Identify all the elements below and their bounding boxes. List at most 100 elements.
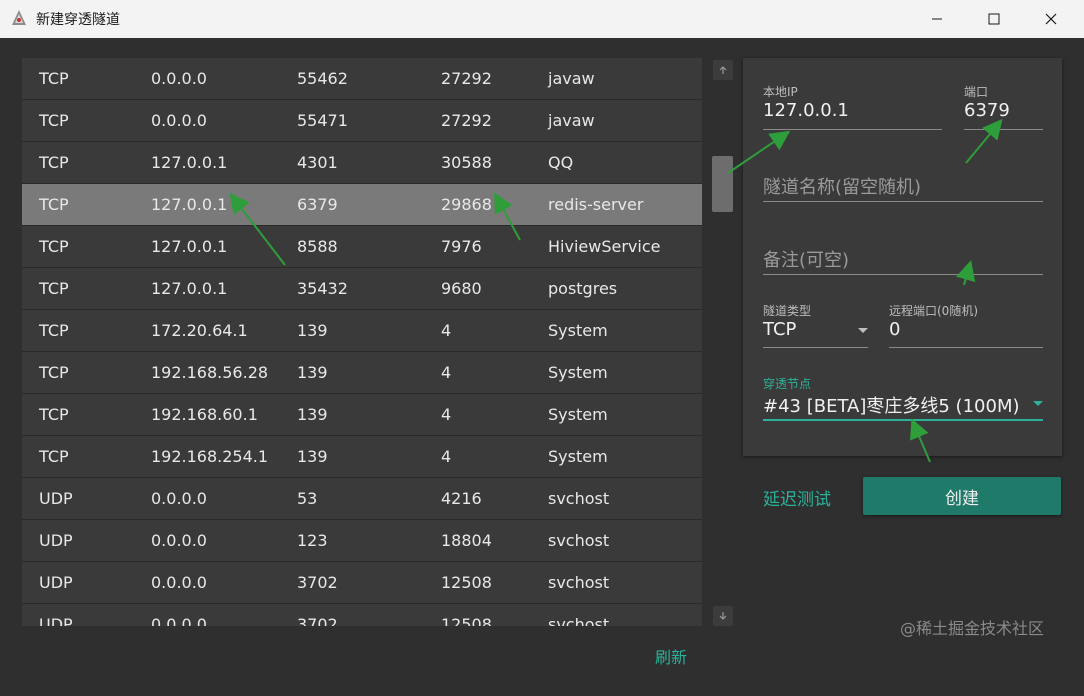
protocol-cell: UDP (39, 573, 73, 592)
scroll-down-button[interactable] (713, 606, 733, 626)
address-cell: 127.0.0.1 (151, 237, 228, 256)
tunnel-type-label: 隧道类型 (763, 304, 812, 318)
table-row[interactable]: TCP 0.0.0.0 55462 27292 javaw (22, 58, 702, 100)
table-row[interactable]: TCP 192.168.60.1 139 4 System (22, 394, 702, 436)
table-row[interactable]: UDP 0.0.0.0 3702 12508 svchost (22, 562, 702, 604)
address-cell: 0.0.0.0 (151, 69, 207, 88)
address-cell: 127.0.0.1 (151, 195, 228, 214)
port-underline (964, 129, 1043, 130)
pid-cell: 4 (441, 321, 452, 340)
table-row[interactable]: TCP 127.0.0.1 35432 9680 postgres (22, 268, 702, 310)
protocol-cell: TCP (39, 405, 69, 424)
table-row[interactable]: UDP 0.0.0.0 53 4216 svchost (22, 478, 702, 520)
latency-test-link[interactable]: 延迟测试 (763, 485, 831, 510)
tunnel-form-panel: 本地IP 127.0.0.1 端口 6379 隧道名称(留空随机) 备注(可空)… (743, 58, 1062, 456)
maximize-button[interactable] (971, 0, 1017, 38)
note-input[interactable]: 备注(可空) (763, 246, 849, 272)
watermark: @稀土掘金技术社区 (900, 619, 1045, 638)
port-cell: 55471 (297, 111, 348, 130)
address-cell: 192.168.254.1 (151, 447, 269, 466)
node-underline (763, 419, 1043, 421)
pid-cell: 4216 (441, 489, 482, 508)
pid-cell: 27292 (441, 69, 492, 88)
remote-port-label: 远程端口(0随机) (889, 304, 978, 318)
port-cell: 4301 (297, 153, 338, 172)
protocol-cell: TCP (39, 363, 69, 382)
protocol-cell: TCP (39, 279, 69, 298)
process-name-cell: javaw (548, 111, 595, 130)
tunnel-type-dropdown-icon[interactable] (858, 328, 868, 333)
node-select[interactable]: #43 [BETA]枣庄多线5 (100M) (763, 392, 1020, 418)
port-cell: 139 (297, 363, 328, 382)
pid-cell: 29868 (441, 195, 492, 214)
address-cell: 0.0.0.0 (151, 111, 207, 130)
process-name-cell: HiviewService (548, 237, 661, 256)
maximize-icon (988, 13, 1000, 25)
process-name-cell: redis-server (548, 195, 644, 214)
scroll-up-button[interactable] (713, 60, 733, 80)
create-button[interactable]: 创建 (863, 477, 1061, 515)
table-row[interactable]: TCP 192.168.254.1 139 4 System (22, 436, 702, 478)
tunnel-name-input[interactable]: 隧道名称(留空随机) (763, 173, 921, 199)
address-cell: 0.0.0.0 (151, 489, 207, 508)
local-ip-input[interactable]: 127.0.0.1 (763, 100, 849, 121)
table-row[interactable]: TCP 127.0.0.1 4301 30588 QQ (22, 142, 702, 184)
protocol-cell: UDP (39, 531, 73, 550)
scrollbar-thumb[interactable] (712, 156, 733, 212)
protocol-cell: TCP (39, 237, 69, 256)
table-row[interactable]: TCP 192.168.56.28 139 4 System (22, 352, 702, 394)
port-cell: 3702 (297, 573, 338, 592)
minimize-button[interactable] (914, 0, 960, 38)
app-icon (12, 10, 26, 25)
address-cell: 192.168.60.1 (151, 405, 258, 424)
process-name-cell: svchost (548, 489, 610, 508)
local-ip-label: 本地IP (763, 85, 798, 99)
arrow-up-icon (719, 66, 727, 74)
table-row[interactable]: TCP 172.20.64.1 139 4 System (22, 310, 702, 352)
process-name-cell: QQ (548, 153, 574, 172)
address-cell: 127.0.0.1 (151, 153, 228, 172)
pid-cell: 4 (441, 447, 452, 466)
address-cell: 192.168.56.28 (151, 363, 269, 382)
protocol-cell: TCP (39, 447, 69, 466)
process-name-cell: System (548, 321, 608, 340)
node-dropdown-icon[interactable] (1033, 401, 1043, 406)
refresh-link[interactable]: 刷新 (655, 644, 687, 668)
process-name-cell: svchost (548, 615, 610, 626)
arrow-down-icon (719, 612, 727, 620)
port-cell: 3702 (297, 615, 338, 626)
protocol-cell: UDP (39, 489, 73, 508)
process-name-cell: System (548, 363, 608, 382)
port-cell: 139 (297, 321, 328, 340)
tunnel-type-select[interactable]: TCP (763, 319, 796, 340)
tunnel-name-underline (763, 201, 1043, 202)
port-cell: 6379 (297, 195, 338, 214)
port-cell: 123 (297, 531, 328, 550)
pid-cell: 4 (441, 363, 452, 382)
protocol-cell: TCP (39, 321, 69, 340)
process-name-cell: svchost (548, 531, 610, 550)
close-button[interactable] (1028, 0, 1074, 38)
table-row[interactable]: TCP 127.0.0.1 8588 7976 HiviewService (22, 226, 702, 268)
protocol-cell: TCP (39, 111, 69, 130)
process-name-cell: postgres (548, 279, 618, 298)
protocol-cell: TCP (39, 153, 69, 172)
table-body: TCP 0.0.0.0 55462 27292 javaw TCP 0.0.0.0 55471… (22, 58, 702, 626)
address-cell: 0.0.0.0 (151, 573, 207, 592)
address-cell: 127.0.0.1 (151, 279, 228, 298)
port-input[interactable]: 6379 (964, 100, 1010, 121)
port-table[interactable]: TCP 0.0.0.0 55462 27292 javaw TCP 0.0.0.0 55471… (22, 58, 702, 626)
tunnel-type-underline (763, 347, 868, 348)
remote-port-input[interactable]: 0 (889, 319, 900, 340)
table-row[interactable]: UDP 0.0.0.0 123 18804 svchost (22, 520, 702, 562)
pid-cell: 12508 (441, 573, 492, 592)
table-row[interactable]: TCP 127.0.0.1 6379 29868 redis-server (22, 184, 702, 226)
pid-cell: 12508 (441, 615, 492, 626)
table-row[interactable]: UDP 0.0.0.0 3702 12508 svchost (22, 604, 702, 626)
local-ip-underline (763, 129, 942, 130)
port-cell: 35432 (297, 279, 348, 298)
note-underline (763, 274, 1043, 275)
process-name-cell: System (548, 447, 608, 466)
table-row[interactable]: TCP 0.0.0.0 55471 27292 javaw (22, 100, 702, 142)
pid-cell: 18804 (441, 531, 492, 550)
